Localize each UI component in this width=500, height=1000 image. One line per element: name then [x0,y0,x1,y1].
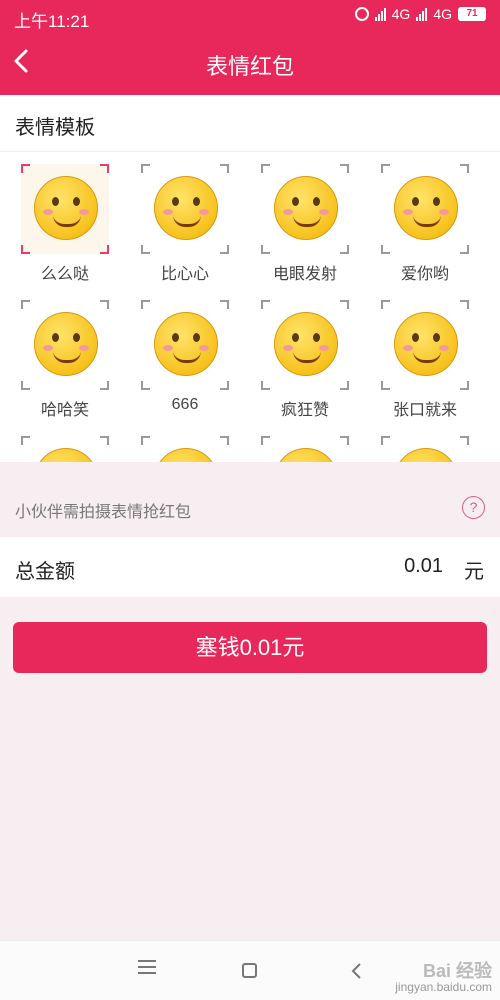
template-item-partial[interactable] [135,424,235,462]
emoji-face-icon [274,176,338,240]
signal-icon [416,7,428,21]
total-amount-row[interactable]: 总金额 0.01 元 [0,537,500,597]
template-label: 么么哒 [40,266,89,283]
template-frame [141,300,229,390]
template-label: 666 [171,396,199,413]
template-label: 电眼发射 [272,266,337,283]
template-item[interactable]: 么么哒 [15,152,115,283]
template-frame [261,436,349,462]
template-frame [21,436,109,462]
template-frame [381,164,469,254]
app-header: 表情红包 [0,32,500,95]
emoji-face-icon [34,448,98,462]
emoji-face-icon [394,176,458,240]
network-type-1: 4G [391,6,411,22]
nav-back-icon[interactable] [347,960,367,982]
template-item[interactable]: 哈哈笑 [15,288,115,419]
home-icon[interactable] [242,963,257,978]
template-label: 比心心 [160,266,209,283]
emoji-face-icon [274,312,338,376]
template-item-partial[interactable] [15,424,115,462]
total-amount-value[interactable]: 0.01 [404,555,443,578]
template-item[interactable]: 疯狂赞 [255,288,355,419]
template-section-title: 表情模板 [15,117,95,139]
emoji-face-icon [154,448,218,462]
emoji-face-icon [154,176,218,240]
total-amount-label: 总金额 [15,561,75,583]
template-frame [261,164,349,254]
template-item[interactable]: 666 [135,288,235,418]
watermark-url: jingyan.baidu.com [395,980,492,994]
emoji-face-icon [34,312,98,376]
template-item[interactable]: 张口就来 [375,288,475,419]
emoji-face-icon [34,176,98,240]
status-icons: 4G 4G 71 [354,6,486,22]
signal-icon [374,7,386,21]
template-frame [21,164,109,254]
insert-money-button[interactable]: 塞钱0.01元 [13,622,487,673]
hint-row: 小伙伴需拍摄表情抢红包 ? [0,478,500,536]
template-item[interactable]: 电眼发射 [255,152,355,283]
emoji-face-icon [394,448,458,462]
emoji-face-icon [274,448,338,462]
emoji-face-icon [394,312,458,376]
template-label: 哈哈笑 [40,402,89,419]
status-time: 上午11:21 [14,12,90,31]
template-label: 爱你哟 [400,266,449,283]
template-frame [141,164,229,254]
template-section-header: 表情模板 [0,95,500,152]
watermark: Bai 经验 jingyan.baidu.com [395,961,492,994]
template-item[interactable]: 比心心 [135,152,235,283]
template-item-partial[interactable] [255,424,355,462]
emoji-face-icon [154,312,218,376]
menu-icon[interactable] [138,960,156,980]
watermark-logo: Bai 经验 [422,961,492,981]
total-amount-unit: 元 [464,561,484,583]
template-item[interactable]: 爱你哟 [375,152,475,283]
battery-icon: 71 [458,7,486,21]
top-bar: 上午11:21 4G 4G 71 表情红包 [0,0,500,95]
system-nav-bar: Bai 经验 jingyan.baidu.com [0,940,500,1000]
template-frame [261,300,349,390]
help-icon[interactable]: ? [462,496,485,519]
network-type-2: 4G [433,6,452,22]
page-title: 表情红包 [205,54,294,79]
hint-text: 小伙伴需拍摄表情抢红包 [15,504,192,521]
template-frame [141,436,229,462]
template-label: 张口就来 [392,402,457,419]
template-grid[interactable]: 么么哒 比心心 电眼发射 爱你哟哈哈笑 666 疯狂赞 张口就来 [0,152,500,462]
template-frame [381,436,469,462]
template-frame [21,300,109,390]
status-bar: 上午11:21 4G 4G 71 [0,0,500,32]
template-item-partial[interactable] [375,424,475,462]
alarm-icon [354,7,369,21]
template-frame [381,300,469,390]
template-label: 疯狂赞 [280,402,329,419]
